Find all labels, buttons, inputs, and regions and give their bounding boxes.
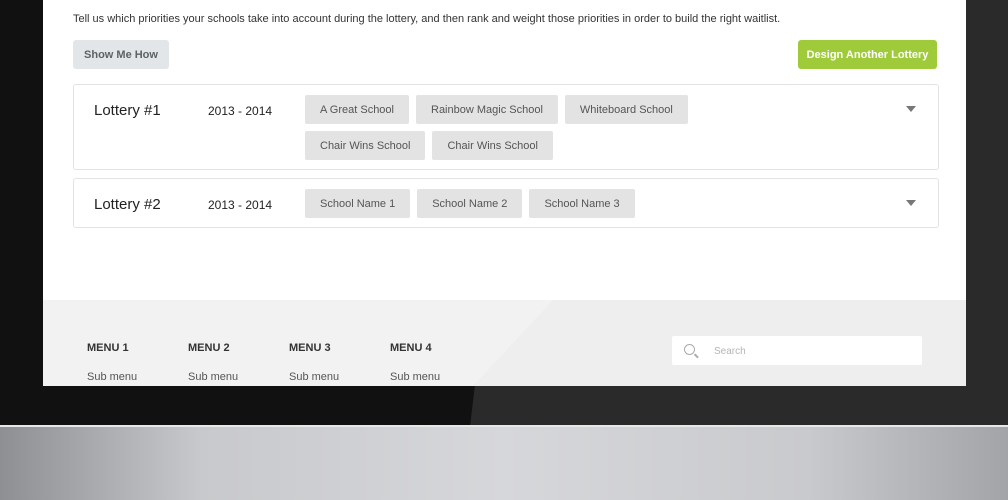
school-tags: School Name 1 School Name 2 School Name … xyxy=(305,189,815,218)
school-tag[interactable]: School Name 3 xyxy=(529,189,635,218)
footer: MENU 1 Sub menu MENU 2 Sub menu MENU 3 S… xyxy=(43,300,966,386)
search-icon xyxy=(684,344,695,355)
browser-screen: Tell us which priorities your schools ta… xyxy=(43,0,966,386)
menu-title[interactable]: MENU 1 xyxy=(87,342,137,354)
footer-menu-1: MENU 1 Sub menu xyxy=(87,342,137,383)
school-tag[interactable]: Rainbow Magic School xyxy=(416,95,558,124)
lottery-card-1[interactable]: Lottery #1 2013 - 2014 A Great School Ra… xyxy=(73,84,939,170)
footer-search xyxy=(672,336,922,367)
school-tag[interactable]: Chair Wins School xyxy=(305,131,426,160)
intro-text: Tell us which priorities your schools ta… xyxy=(73,13,781,25)
lottery-card-2[interactable]: Lottery #2 2013 - 2014 School Name 1 Sch… xyxy=(73,178,939,228)
chevron-down-icon[interactable] xyxy=(906,200,916,206)
menu-title[interactable]: MENU 4 xyxy=(390,342,440,354)
menu-title[interactable]: MENU 2 xyxy=(188,342,238,354)
school-tag[interactable]: School Name 1 xyxy=(305,189,411,218)
school-tag[interactable]: Whiteboard School xyxy=(564,95,688,124)
submenu-link[interactable]: Sub menu xyxy=(87,371,137,383)
lottery-year: 2013 - 2014 xyxy=(208,104,273,118)
footer-menu-4: MENU 4 Sub menu xyxy=(390,342,440,383)
monitor-base xyxy=(0,427,1008,500)
footer-menu-2: MENU 2 Sub menu xyxy=(188,342,238,383)
search-input[interactable] xyxy=(712,336,916,367)
school-tag[interactable]: Chair Wins School xyxy=(432,131,553,160)
school-tag[interactable]: School Name 2 xyxy=(417,189,523,218)
school-tags: A Great School Rainbow Magic School Whit… xyxy=(305,95,815,160)
lottery-name: Lottery #1 xyxy=(94,102,161,119)
school-tag[interactable]: A Great School xyxy=(305,95,409,124)
submenu-link[interactable]: Sub menu xyxy=(390,371,440,383)
lottery-year: 2013 - 2014 xyxy=(208,198,273,212)
page-title-partial xyxy=(73,0,233,4)
show-me-how-button[interactable]: Show Me How xyxy=(73,40,169,69)
menu-title[interactable]: MENU 3 xyxy=(289,342,339,354)
lottery-name: Lottery #2 xyxy=(94,196,161,213)
design-another-lottery-button[interactable]: Design Another Lottery xyxy=(798,40,937,69)
chevron-down-icon[interactable] xyxy=(906,106,916,112)
footer-menu-3: MENU 3 Sub menu xyxy=(289,342,339,383)
submenu-link[interactable]: Sub menu xyxy=(188,371,238,383)
submenu-link[interactable]: Sub menu xyxy=(289,371,339,383)
